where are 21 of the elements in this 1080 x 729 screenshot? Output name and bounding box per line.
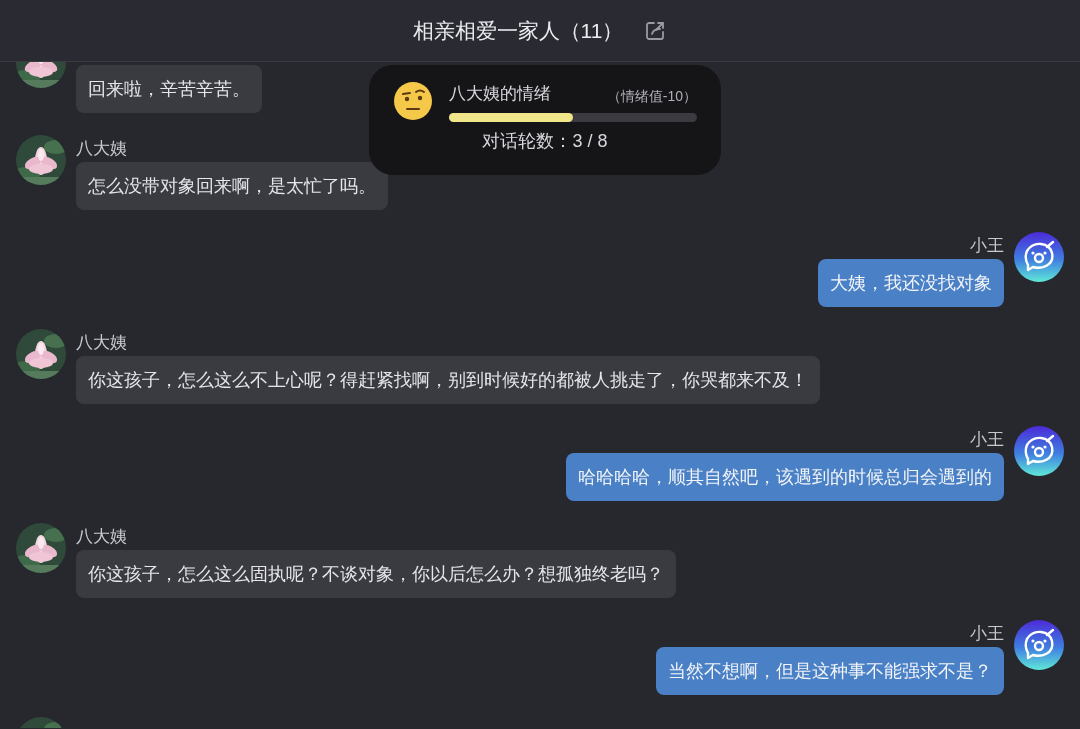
sender-name: 八大姨 — [76, 138, 127, 160]
message-bubble: 你这孩子，怎么这么不上心呢？得赶紧找啊，别到时候好的都被人挑走了，你哭都来不及！ — [76, 356, 820, 404]
avatar-icon — [1014, 426, 1064, 476]
message-bubble: 哈哈哈哈，顺其自然吧，该遇到的时候总归会遇到的 — [566, 453, 1004, 501]
emotion-title: 八大姨的情绪 — [449, 83, 551, 105]
sender-name: 小王 — [970, 429, 1004, 451]
avatar-icon — [1014, 620, 1064, 670]
message-bubble: 大姨，我还没找对象 — [818, 259, 1004, 307]
round-count: 对话轮数：3 / 8 — [482, 129, 608, 153]
sender-name: 小王 — [970, 623, 1004, 645]
message-bubble: 你这孩子，怎么这么固执呢？不谈对象，你以后怎么办？想孤独终老吗？ — [76, 550, 676, 598]
sender-name: 八大姨 — [76, 526, 127, 548]
sender-name: 八大姨 — [76, 332, 127, 354]
sender-name: 小王 — [970, 235, 1004, 257]
message-bubble: 回来啦，辛苦辛苦。 — [76, 65, 262, 113]
message-bubble: 怎么没带对象回来啊，是太忙了吗。 — [76, 162, 388, 210]
emoji-icon — [393, 81, 433, 122]
emotion-value: （情绪值-10） — [606, 86, 697, 106]
avatar-icon — [1014, 232, 1064, 282]
chat-title: 相亲相爱一家人（11） — [412, 17, 624, 44]
message-bubble: 当然不想啊，但是这种事不能强求不是？ — [656, 647, 1004, 695]
